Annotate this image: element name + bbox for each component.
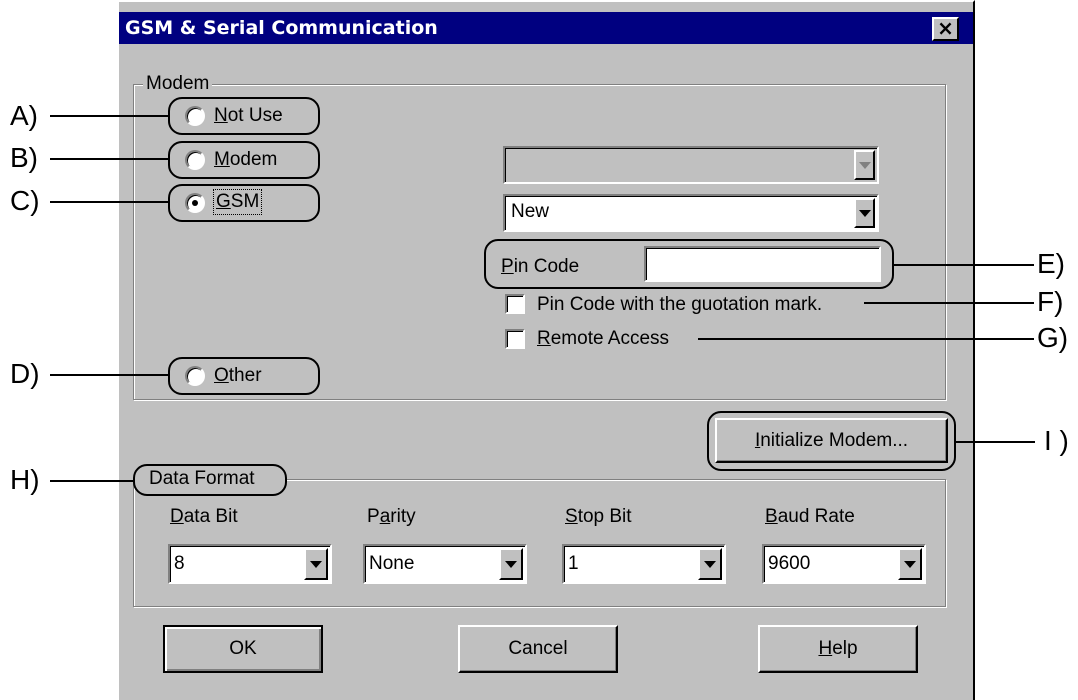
parity-label: Parity (367, 506, 416, 527)
radio-not-use-label[interactable]: Not Use (214, 104, 283, 128)
ok-button[interactable]: OK (163, 625, 323, 673)
gsm-type-value: New (511, 201, 550, 222)
parity-select[interactable]: None (363, 544, 527, 584)
callout-c-line (50, 201, 170, 203)
cancel-button[interactable]: Cancel (458, 625, 618, 673)
callout-c: C) (10, 185, 40, 216)
radio-modem[interactable] (185, 150, 205, 170)
pin-quote-checkbox[interactable] (505, 294, 525, 314)
dropdown-arrow-icon[interactable] (854, 150, 875, 180)
radio-modem-label[interactable]: Modem (214, 148, 277, 172)
dropdown-arrow-icon[interactable] (698, 548, 722, 580)
callout-i: I ) (1044, 425, 1069, 456)
stop-bit-select[interactable]: 1 (562, 544, 726, 584)
dropdown-arrow-icon[interactable] (854, 198, 875, 228)
callout-h-line (50, 480, 135, 482)
data-format-legend: Data Format (146, 468, 258, 490)
radio-other[interactable] (185, 366, 205, 386)
dropdown-arrow-icon[interactable] (304, 548, 328, 580)
callout-g: G) (1037, 322, 1069, 353)
callout-h: H) (10, 464, 40, 495)
callout-b-line (50, 158, 170, 160)
modem-group-legend: Modem (143, 73, 213, 95)
dropdown-arrow-icon[interactable] (898, 548, 922, 580)
callout-d: D) (10, 358, 40, 389)
data-bit-label: Data Bit (170, 506, 238, 527)
callout-e: E) (1037, 248, 1065, 279)
pin-code-label: Pin Code (501, 256, 580, 277)
callout-d-line (50, 374, 170, 376)
callout-f-line (864, 302, 1034, 304)
remote-access-checkbox-label[interactable]: Remote Access (537, 327, 669, 351)
help-button[interactable]: Help (758, 625, 918, 673)
close-icon: × (937, 16, 954, 40)
callout-f: F) (1037, 286, 1064, 317)
initialize-modem-button[interactable]: Initialize Modem... (715, 418, 948, 463)
gsm-type-select[interactable]: New (503, 194, 879, 232)
stop-bit-label: Stop Bit (565, 506, 632, 527)
baud-rate-select[interactable]: 9600 (762, 544, 926, 584)
modem-type-select[interactable] (503, 146, 879, 184)
remote-access-checkbox[interactable] (505, 329, 525, 349)
radio-not-use[interactable] (185, 106, 205, 126)
radio-other-label[interactable]: Other (214, 364, 262, 388)
callout-i-line (955, 441, 1035, 443)
radio-gsm-label[interactable]: GSM (212, 189, 263, 215)
data-bit-select[interactable]: 8 (168, 544, 332, 584)
pin-quote-checkbox-label[interactable]: Pin Code with the guotation mark. (537, 293, 822, 317)
pin-code-input[interactable] (644, 246, 881, 282)
close-button[interactable]: × (932, 17, 959, 41)
callout-a: A) (10, 100, 38, 131)
callout-e-line (893, 264, 1034, 266)
baud-rate-label: Baud Rate (765, 506, 855, 527)
callout-b: B) (10, 142, 38, 173)
data-format-group (133, 479, 946, 607)
callout-g-line (698, 338, 1034, 340)
dropdown-arrow-icon[interactable] (499, 548, 523, 580)
radio-gsm[interactable] (185, 193, 205, 213)
callout-a-line (50, 115, 170, 117)
dialog-title: GSM & Serial Communication (125, 17, 438, 39)
